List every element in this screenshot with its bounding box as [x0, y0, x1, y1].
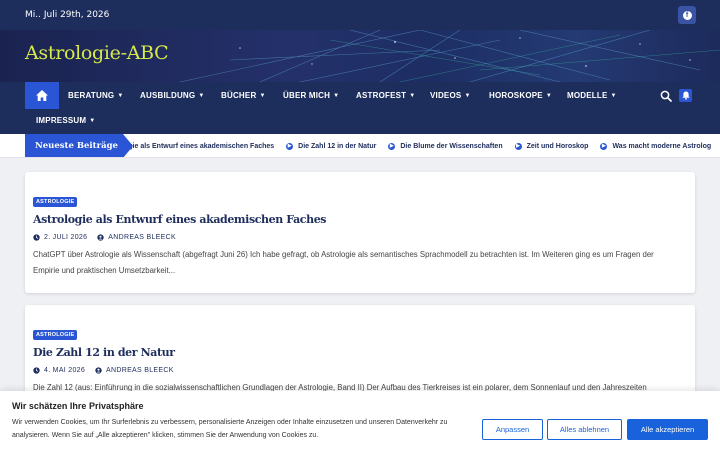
post-author[interactable]: ANDREAS BLEECK [95, 367, 174, 374]
facebook-link[interactable]: f [678, 6, 696, 24]
caret-down-icon: ▼ [545, 93, 552, 99]
caret-down-icon: ▼ [117, 93, 124, 99]
nav-item-label: AUSBILDUNG [140, 91, 196, 100]
excerpt-line: ChatGPT über Astrologie als Wissenschaft… [33, 250, 654, 259]
ticker-item-label: Zeit und Horoskop [526, 142, 589, 150]
nav-item-label: BERATUNG [68, 91, 115, 100]
category-badge[interactable]: ASTROLOGIE [33, 197, 78, 207]
post-title[interactable]: Die Zahl 12 in der Natur [33, 346, 687, 359]
excerpt-line: Empirie und praktischen Umsetzbarkeit... [33, 265, 176, 275]
post-date[interactable]: 4. MAI 2026 [33, 367, 85, 374]
post-author[interactable]: ANDREAS BLEECK [97, 234, 176, 241]
nav-item-ueber-mich[interactable]: ÜBER MICH ▼ [283, 82, 339, 109]
current-date: Mi.. Juli 29th, 2026 [25, 10, 110, 20]
nav-item-videos[interactable]: VIDEOS ▼ [430, 82, 471, 109]
nav-item-label: ASTROFEST [356, 91, 407, 100]
clock-icon [33, 367, 40, 374]
user-icon [97, 234, 104, 241]
post-author-text: ANDREAS BLEECK [108, 234, 176, 241]
arrow-circle-icon: ▶ [286, 142, 294, 150]
post-meta: 2. JULI 2026 ANDREAS BLEECK [33, 234, 687, 241]
ticker-item-label: Was macht moderne Astrolog [612, 142, 712, 150]
cookie-text: Wir verwenden Cookies, um Ihr Surferlebn… [12, 419, 448, 439]
caret-down-icon: ▼ [464, 93, 471, 99]
customize-button[interactable]: Anpassen [482, 419, 543, 440]
caret-down-icon: ▼ [198, 93, 205, 99]
nav-item-astrofest[interactable]: ASTROFEST ▼ [356, 82, 415, 109]
nav-item-label: MODELLE [567, 91, 608, 100]
ticker-item[interactable]: ▶ Was macht moderne Astrolog [600, 142, 712, 150]
ticker-item-label: Die Zahl 12 in der Natur [298, 142, 377, 150]
post-date-text: 2. JULI 2026 [44, 234, 88, 241]
home-button[interactable] [25, 82, 59, 109]
nav-item-ausbildung[interactable]: AUSBILDUNG ▼ [140, 82, 204, 109]
ticker-item[interactable]: ▶ Zeit und Horoskop [514, 142, 589, 150]
reject-all-button[interactable]: Alles ablehnen [547, 419, 622, 440]
nav-item-label: BÜCHER [221, 91, 257, 100]
post-meta: 4. MAI 2026 ANDREAS BLEECK [33, 367, 687, 374]
nav-item-label: HOROSKOPE [489, 91, 543, 100]
cookie-consent-banner: Wir schätzen Ihre Privatsphäre Wir verwe… [0, 391, 720, 450]
caret-down-icon: ▼ [259, 93, 266, 99]
arrow-circle-icon: ▶ [388, 142, 396, 150]
ticker-item[interactable]: ▶ Die Zahl 12 in der Natur [286, 142, 377, 150]
post-excerpt: ChatGPT über Astrologie als Wissenschaft… [33, 247, 687, 278]
nav-item-horoskope[interactable]: HOROSKOPE ▼ [489, 82, 552, 109]
clock-icon [33, 234, 40, 241]
category-badge[interactable]: ASTROLOGIE [33, 330, 78, 340]
caret-down-icon: ▼ [333, 93, 340, 99]
nav-item-beratung[interactable]: BERATUNG ▼ [68, 82, 123, 109]
facebook-icon: f [682, 10, 692, 20]
post-card: ASTROLOGIE Astrologie als Entwurf eines … [25, 172, 695, 293]
caret-down-icon: ▼ [89, 118, 96, 124]
latest-posts-ticker: ogie als Entwurf eines akademischen Fach… [0, 134, 720, 158]
search-icon[interactable] [660, 90, 672, 102]
post-title[interactable]: Astrologie als Entwurf eines akademische… [33, 213, 687, 226]
notification-button[interactable] [679, 89, 692, 102]
ticker-item[interactable]: ogie als Entwurf eines akademischen Fach… [124, 143, 274, 150]
arrow-circle-icon: ▶ [514, 142, 522, 150]
main-navigation: BERATUNG ▼ AUSBILDUNG ▼ BÜCHER ▼ ÜBER MICH ▼… [0, 82, 720, 134]
header-banner: Astrologie-ABC [0, 30, 720, 82]
nav-item-label: IMPRESSUM [36, 116, 87, 125]
cookie-title: Wir schätzen Ihre Privatsphäre [12, 401, 144, 411]
arrow-circle-icon: ▶ [600, 142, 608, 150]
nav-item-label: ÜBER MICH [283, 91, 331, 100]
nav-item-impressum[interactable]: IMPRESSUM ▼ [36, 107, 95, 134]
home-icon [36, 90, 48, 101]
accept-all-button[interactable]: Alle akzeptieren [627, 419, 708, 440]
nav-item-modelle[interactable]: MODELLE ▼ [567, 82, 617, 109]
nav-item-label: VIDEOS [430, 91, 462, 100]
ticker-item[interactable]: ▶ Die Blume der Wissenschaften [388, 142, 503, 150]
user-icon [95, 367, 102, 374]
caret-down-icon: ▼ [610, 93, 617, 99]
post-author-text: ANDREAS BLEECK [106, 367, 174, 374]
ticker-label: Neueste Beiträge [25, 134, 133, 157]
bell-icon [681, 91, 690, 100]
post-date[interactable]: 2. JULI 2026 [33, 234, 87, 241]
ticker-items: ogie als Entwurf eines akademischen Fach… [124, 134, 720, 157]
post-date-text: 4. MAI 2026 [44, 367, 86, 374]
ticker-item-label: Die Blume der Wissenschaften [400, 142, 503, 150]
ticker-item-label: ogie als Entwurf eines akademischen Fach… [124, 142, 275, 150]
nav-item-buecher[interactable]: BÜCHER ▼ [221, 82, 266, 109]
caret-down-icon: ▼ [409, 93, 416, 99]
top-bar: Mi.. Juli 29th, 2026 f [0, 0, 720, 30]
site-title[interactable]: Astrologie-ABC [25, 42, 169, 64]
